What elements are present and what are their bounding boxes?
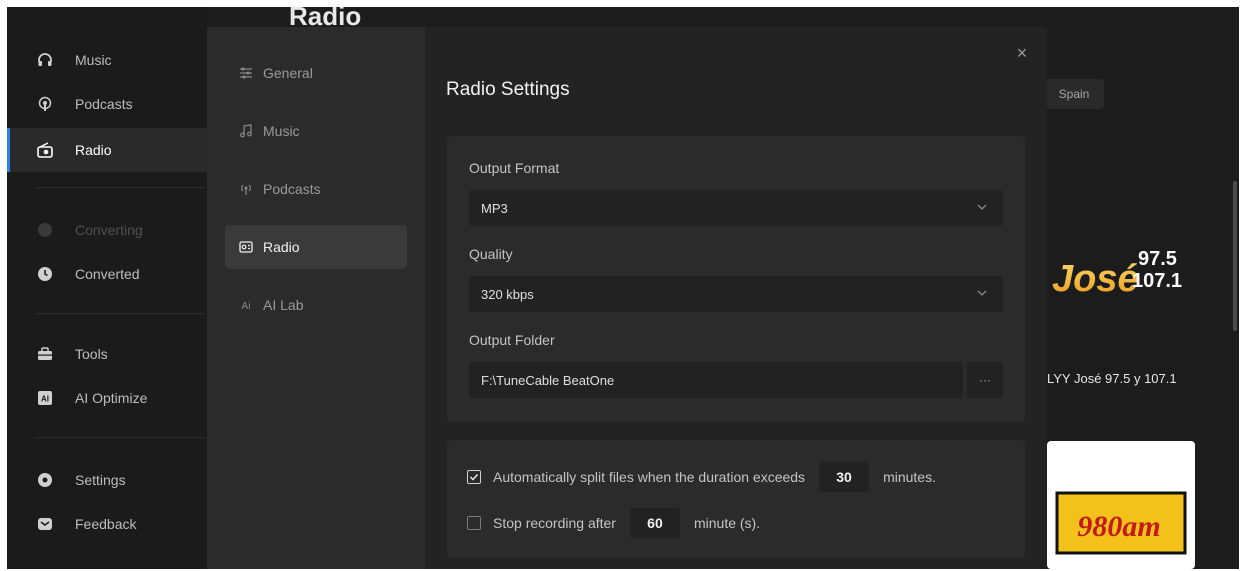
sidebar-divider: [35, 313, 205, 314]
logo-freq-bottom: 107.1: [1132, 270, 1182, 292]
quality-value: 320 kbps: [481, 286, 534, 302]
split-files-row: Automatically split files when the durat…: [467, 462, 936, 492]
dialog-nav-ai-lab[interactable]: Ai AI Lab: [225, 283, 407, 327]
browse-folder-button[interactable]: ···: [967, 362, 1003, 398]
output-format-value: MP3: [481, 200, 508, 216]
dialog-nav-radio[interactable]: Radio: [225, 225, 407, 269]
980am-logo: 980am: [1055, 491, 1187, 555]
dialog-nav-label: Radio: [263, 239, 300, 255]
ai-icon: AI: [37, 390, 53, 406]
sidebar: Music Podcasts Radio Converting Converte…: [7, 7, 207, 569]
stop-duration-unit: minute (s).: [693, 515, 761, 531]
dialog-nav-label: Music: [263, 123, 300, 139]
sidebar-item-label: Converting: [75, 222, 143, 238]
split-files-text: Automatically split files when the durat…: [493, 469, 806, 485]
sidebar-item-converting[interactable]: Converting: [7, 211, 207, 249]
sidebar-item-radio[interactable]: Radio: [7, 128, 207, 172]
output-format-label: Output Format: [469, 160, 560, 176]
gear-icon: [37, 472, 53, 488]
clock-icon: [37, 266, 53, 282]
sliders-icon: [239, 66, 253, 80]
sidebar-item-label: Podcasts: [75, 96, 133, 112]
music-note-icon: [239, 124, 253, 138]
logo-name: José: [1052, 258, 1139, 300]
svg-text:AI: AI: [41, 395, 49, 404]
sidebar-item-podcasts[interactable]: Podcasts: [7, 85, 207, 123]
headphones-icon: [37, 52, 53, 68]
station-logo-jose[interactable]: José 97.5 107.1: [1052, 235, 1192, 305]
sidebar-item-label: Music: [75, 52, 112, 68]
dialog-nav-music[interactable]: Music: [225, 109, 407, 153]
stop-recording-row: Stop recording after 60 minute (s).: [467, 508, 760, 538]
stop-recording-text: Stop recording after: [493, 515, 616, 531]
converting-icon: [37, 222, 53, 238]
dialog-nav-label: Podcasts: [263, 181, 321, 197]
recording-options-panel: Automatically split files when the durat…: [447, 440, 1025, 558]
more-icon: ···: [979, 373, 991, 387]
country-chip[interactable]: Spain: [1044, 79, 1104, 109]
sidebar-divider: [35, 187, 205, 188]
mail-icon: [37, 516, 53, 532]
settings-dialog-nav: General Music Podcasts Radio Ai AI Lab: [207, 27, 425, 569]
close-icon: ×: [1016, 42, 1028, 63]
broadcast-icon: [239, 182, 253, 196]
radio-box-icon: [239, 240, 253, 254]
sidebar-item-settings[interactable]: Settings: [7, 461, 207, 499]
quality-label: Quality: [469, 246, 513, 262]
close-button[interactable]: ×: [1012, 43, 1032, 63]
sidebar-item-label: Settings: [75, 472, 126, 488]
sidebar-item-music[interactable]: Music: [7, 41, 207, 79]
output-folder-label: Output Folder: [469, 332, 555, 348]
sidebar-item-label: AI Optimize: [75, 390, 148, 406]
logo-freq-top: 97.5: [1138, 248, 1177, 270]
split-files-checkbox[interactable]: [467, 470, 481, 484]
station-name[interactable]: LYY José 97.5 y 107.1: [1047, 371, 1177, 386]
chevron-down-icon: [977, 290, 987, 296]
page-scrollbar[interactable]: [1233, 181, 1237, 331]
dialog-nav-label: AI Lab: [263, 297, 304, 313]
split-duration-input[interactable]: 30: [819, 462, 870, 492]
toolbox-icon: [37, 346, 53, 362]
station-card-980[interactable]: 980am: [1047, 441, 1195, 569]
logo2-text: 980am: [1077, 510, 1160, 543]
svg-text:Ai: Ai: [242, 301, 251, 312]
stop-duration-input[interactable]: 60: [629, 508, 680, 538]
quality-select[interactable]: 320 kbps: [469, 276, 1003, 312]
radio-icon: [37, 142, 53, 158]
dialog-nav-label: General: [263, 65, 313, 81]
sidebar-item-converted[interactable]: Converted: [7, 255, 207, 293]
output-settings-panel: Output Format MP3 Quality 320 kbps Outpu…: [447, 136, 1025, 422]
output-format-select[interactable]: MP3: [469, 190, 1003, 226]
app-window: Music Podcasts Radio Converting Converte…: [7, 7, 1239, 569]
sidebar-divider: [35, 437, 205, 438]
sidebar-item-feedback[interactable]: Feedback: [7, 505, 207, 543]
sidebar-item-ai-optimize[interactable]: AI AI Optimize: [7, 379, 207, 417]
ai-lab-icon: Ai: [239, 298, 253, 312]
jose-logo: José 97.5 107.1: [1052, 248, 1182, 300]
dialog-title: Radio Settings: [446, 79, 570, 100]
checkmark-icon: [469, 473, 479, 481]
podcast-icon: [37, 96, 53, 112]
split-duration-unit: minutes.: [883, 469, 936, 485]
dialog-nav-general[interactable]: General: [225, 51, 407, 95]
sidebar-item-label: Radio: [75, 142, 112, 158]
sidebar-item-label: Tools: [75, 346, 108, 362]
dialog-nav-podcasts[interactable]: Podcasts: [225, 167, 407, 211]
sidebar-item-label: Converted: [75, 266, 140, 282]
stop-recording-checkbox[interactable]: [467, 516, 481, 530]
chevron-down-icon: [977, 204, 987, 210]
settings-dialog: × Radio Settings Output Format MP3 Quali…: [425, 27, 1047, 569]
output-folder-value: F:\TuneCable BeatOne: [481, 372, 615, 388]
output-folder-field[interactable]: F:\TuneCable BeatOne: [469, 362, 963, 398]
sidebar-item-tools[interactable]: Tools: [7, 335, 207, 373]
sidebar-item-label: Feedback: [75, 516, 137, 532]
